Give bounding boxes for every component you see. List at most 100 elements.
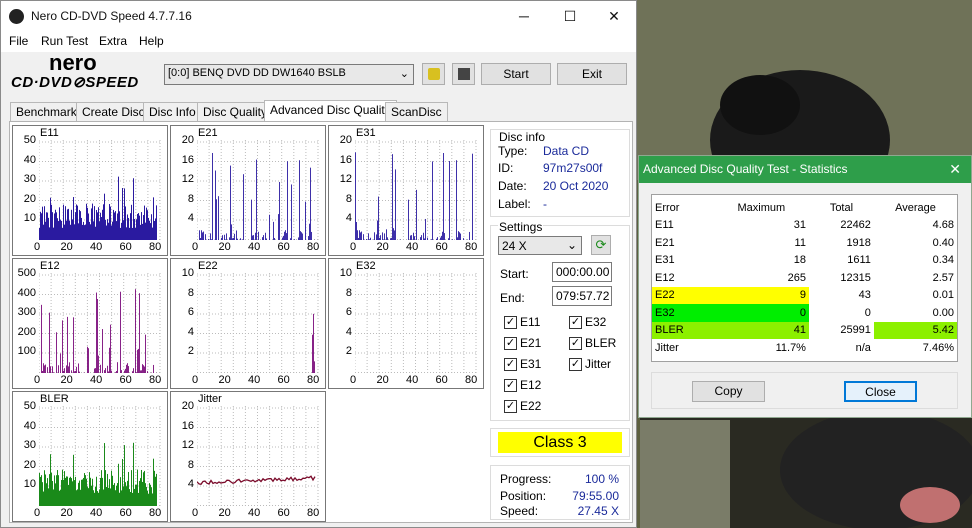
tab-scandisc[interactable]: ScanDisc (385, 102, 448, 121)
chevron-down-icon: ⌄ (566, 238, 577, 252)
menu-file[interactable]: File (9, 34, 28, 48)
bar-mark (310, 167, 311, 240)
bar-mark (232, 238, 233, 240)
save-button[interactable] (452, 63, 475, 85)
bar-mark (83, 477, 84, 506)
end-time-input[interactable]: 079:57.72 (552, 286, 612, 306)
bar-mark (387, 237, 388, 240)
bar-mark (93, 490, 94, 506)
bar-mark (105, 219, 106, 240)
bar-mark (42, 206, 43, 240)
bar-mark (118, 176, 119, 240)
checkbox-e31[interactable]: ✓ (504, 358, 517, 371)
checkbox-jitter[interactable]: ✓ (569, 358, 582, 371)
dialog-close-button[interactable]: Close (844, 381, 917, 402)
bar-mark (138, 492, 139, 506)
x-tick-label: 20 (60, 241, 73, 253)
bar-mark (135, 227, 136, 240)
bar-mark (146, 207, 147, 240)
bar-mark (108, 371, 109, 373)
bar-mark (63, 370, 64, 373)
start-button[interactable]: Start (481, 63, 551, 85)
checkbox-e12[interactable]: ✓ (504, 379, 517, 392)
app-icon (9, 9, 24, 24)
table-cell: E32 (652, 304, 714, 322)
bar-mark (78, 363, 79, 373)
bar-mark (126, 227, 127, 240)
bar-mark (76, 490, 77, 506)
close-button[interactable]: ✕ (591, 4, 637, 28)
statistics-close-icon[interactable]: ✕ (949, 156, 961, 183)
checkbox-e22[interactable]: ✓ (504, 400, 517, 413)
bar-mark (282, 237, 283, 240)
bar-mark (119, 492, 120, 506)
table-cell: 7.46% (922, 341, 954, 354)
speed-select[interactable]: 24 X ⌄ (498, 236, 582, 255)
label-value: - (543, 197, 547, 211)
bar-mark (68, 484, 69, 506)
chart-e31: E31 20 16 12 8 4 0 20 40 60 80 (328, 125, 484, 256)
bar-mark (221, 237, 222, 240)
bar-mark (144, 366, 145, 373)
bar-mark (44, 470, 45, 506)
drive-select[interactable]: [0:0] BENQ DVD DD DW1640 BSLB ⌄ (164, 64, 414, 85)
checkbox-e32[interactable]: ✓ (569, 316, 582, 329)
bar-mark (363, 234, 364, 240)
y-tick-label: 8 (187, 286, 194, 299)
checkbox-bler[interactable]: ✓ (569, 337, 582, 350)
bar-mark (42, 482, 43, 506)
bar-mark (47, 212, 48, 240)
minimize-button[interactable]: ─ (501, 4, 547, 28)
bar-mark (107, 473, 108, 506)
exit-button[interactable]: Exit (557, 63, 627, 85)
bar-mark (138, 213, 139, 240)
bar-mark (423, 232, 424, 240)
bar-mark (202, 232, 203, 240)
bar-mark (65, 206, 66, 240)
bar-mark (432, 161, 433, 240)
bar-mark (358, 237, 359, 240)
bar-mark (299, 160, 300, 240)
y-tick-label: 16 (181, 419, 194, 432)
drive-info-button[interactable] (422, 63, 445, 85)
bar-mark (93, 221, 94, 240)
y-tick-label: 10 (23, 478, 36, 490)
bar-mark (75, 370, 76, 373)
chart-title: E11 (40, 127, 59, 139)
bar-mark (85, 475, 86, 506)
bar-mark (298, 237, 299, 240)
bar-mark (143, 472, 144, 506)
refresh-speed-button[interactable]: ⟳ (591, 235, 611, 255)
y-tick-label: 40 (23, 153, 36, 166)
tab-create-disc[interactable]: Create Disc (76, 102, 151, 121)
bar-mark (68, 208, 69, 240)
y-tick-label: 8 (345, 286, 352, 299)
menu-extra[interactable]: Extra (99, 34, 127, 48)
tab-disc-info[interactable]: Disc Info (143, 102, 202, 121)
menu-help[interactable]: Help (139, 34, 164, 48)
table-cell: E21 (655, 236, 675, 249)
tab-advanced-disc-quality[interactable]: Advanced Disc Quality (264, 100, 397, 122)
bar-mark (233, 237, 234, 240)
bar-mark (94, 206, 95, 240)
bar-mark (77, 205, 78, 240)
checkbox-e21[interactable]: ✓ (504, 337, 517, 350)
bar-mark (224, 234, 225, 240)
menu-run-test[interactable]: Run Test (41, 34, 88, 48)
bar-mark (66, 476, 67, 506)
x-tick-label: 40 (248, 374, 261, 386)
bar-mark (64, 224, 65, 240)
maximize-button[interactable]: ☐ (547, 4, 593, 28)
start-time-input[interactable]: 000:00.00 (552, 262, 612, 282)
tab-benchmark[interactable]: Benchmark (10, 102, 83, 121)
y-tick-label: 16 (339, 153, 352, 166)
x-tick-label: 80 (149, 507, 162, 519)
bar-mark (107, 219, 108, 240)
bar-mark (136, 372, 137, 373)
checkbox-e11[interactable]: ✓ (504, 316, 517, 329)
tab-disc-quality[interactable]: Disc Quality (197, 102, 274, 121)
y-tick-label: 4 (187, 212, 194, 224)
bar-mark (123, 220, 124, 240)
copy-button[interactable]: Copy (692, 381, 765, 402)
bar-mark (119, 211, 120, 240)
